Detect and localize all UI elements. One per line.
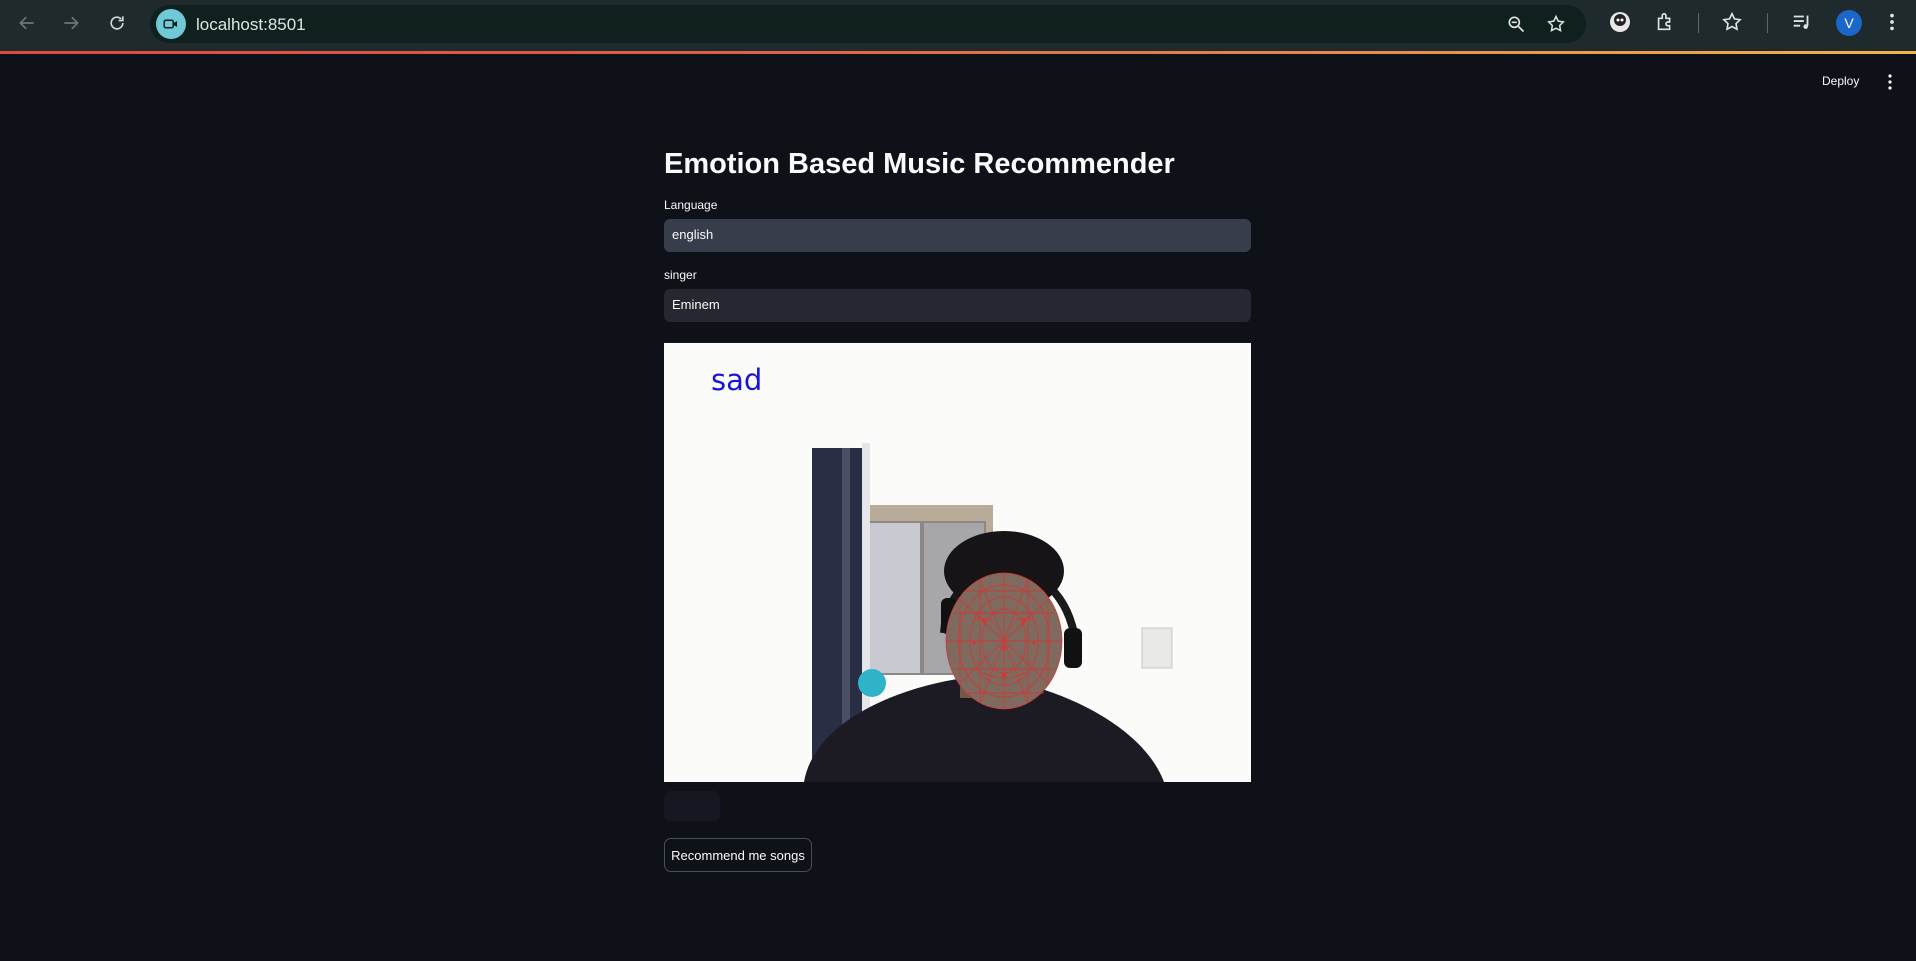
toolbar-divider [1767, 13, 1768, 33]
curtain [870, 523, 920, 673]
headphone-right [1064, 628, 1082, 668]
chrome-menu-icon[interactable] [1880, 10, 1904, 34]
singer-input[interactable]: Eminem [664, 289, 1251, 322]
app-menu-icon[interactable] [1880, 72, 1900, 92]
deploy-button[interactable]: Deploy [1822, 74, 1859, 88]
blue-toy [858, 669, 886, 697]
recommend-songs-button[interactable]: Recommend me songs [664, 838, 812, 872]
reload-icon [110, 16, 124, 30]
bookmarks-icon[interactable] [1720, 10, 1744, 34]
singer-label: singer [664, 268, 697, 282]
webcam-stop-button[interactable] [664, 791, 720, 821]
webcam-scene [664, 343, 1251, 782]
bookmark-star-icon[interactable] [1546, 14, 1566, 34]
media-control-icon[interactable] [1790, 10, 1814, 34]
language-input[interactable]: english [664, 219, 1251, 252]
zoom-icon[interactable] [1506, 14, 1526, 34]
forward-button[interactable] [56, 8, 86, 38]
extensions-icon[interactable] [1653, 10, 1677, 34]
browser-toolbar: localhost:8501 V [0, 0, 1916, 52]
extension-avatar-icon[interactable] [1608, 10, 1632, 34]
profile-avatar[interactable]: V [1836, 10, 1862, 36]
back-button[interactable] [12, 8, 42, 38]
reload-button[interactable] [102, 8, 132, 38]
back-icon [19, 16, 34, 30]
page-title: Emotion Based Music Recommender [664, 148, 1175, 180]
emotion-label: sad [711, 363, 763, 397]
toolbar-divider [1698, 13, 1699, 33]
forward-icon [64, 16, 79, 30]
address-bar[interactable]: localhost:8501 [150, 5, 1586, 43]
wall-switch [1141, 627, 1173, 669]
url-text[interactable]: localhost:8501 [196, 15, 306, 35]
loading-accent-line [0, 51, 1916, 54]
webcam-feed: sad [664, 343, 1251, 782]
site-camera-icon[interactable] [156, 9, 186, 39]
language-label: Language [664, 198, 718, 212]
